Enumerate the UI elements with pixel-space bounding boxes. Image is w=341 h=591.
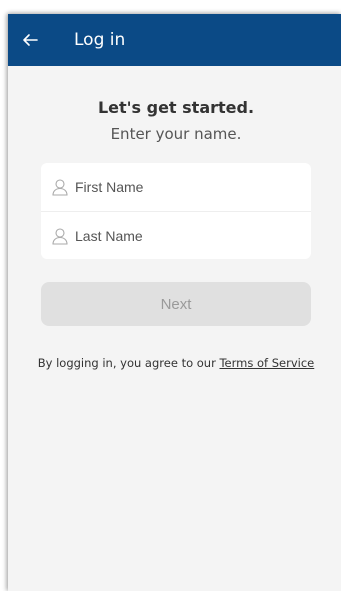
terms-text: By logging in, you agree to our Terms of… <box>34 356 318 370</box>
login-content: Let's get started. Enter your name. Next… <box>8 98 341 370</box>
name-form <box>41 163 311 259</box>
subheading: Enter your name. <box>110 125 242 143</box>
back-button[interactable] <box>8 14 52 66</box>
heading: Let's get started. <box>97 98 255 117</box>
first-name-row <box>41 163 311 211</box>
last-name-row <box>41 211 311 259</box>
terms-prefix: By logging in, you agree to our <box>37 356 220 370</box>
user-icon <box>52 179 68 196</box>
user-icon <box>52 227 68 245</box>
last-name-input[interactable] <box>75 227 311 244</box>
page-title: Log in <box>74 30 126 50</box>
next-button[interactable]: Next <box>41 282 311 326</box>
arrow-left-icon <box>23 34 38 46</box>
app-bar: Log in <box>8 14 341 66</box>
terms-of-service-link[interactable]: Terms of Service <box>219 356 314 370</box>
app-frame: Log in Let's get started. Enter your nam… <box>8 14 341 591</box>
first-name-input[interactable] <box>75 179 311 195</box>
